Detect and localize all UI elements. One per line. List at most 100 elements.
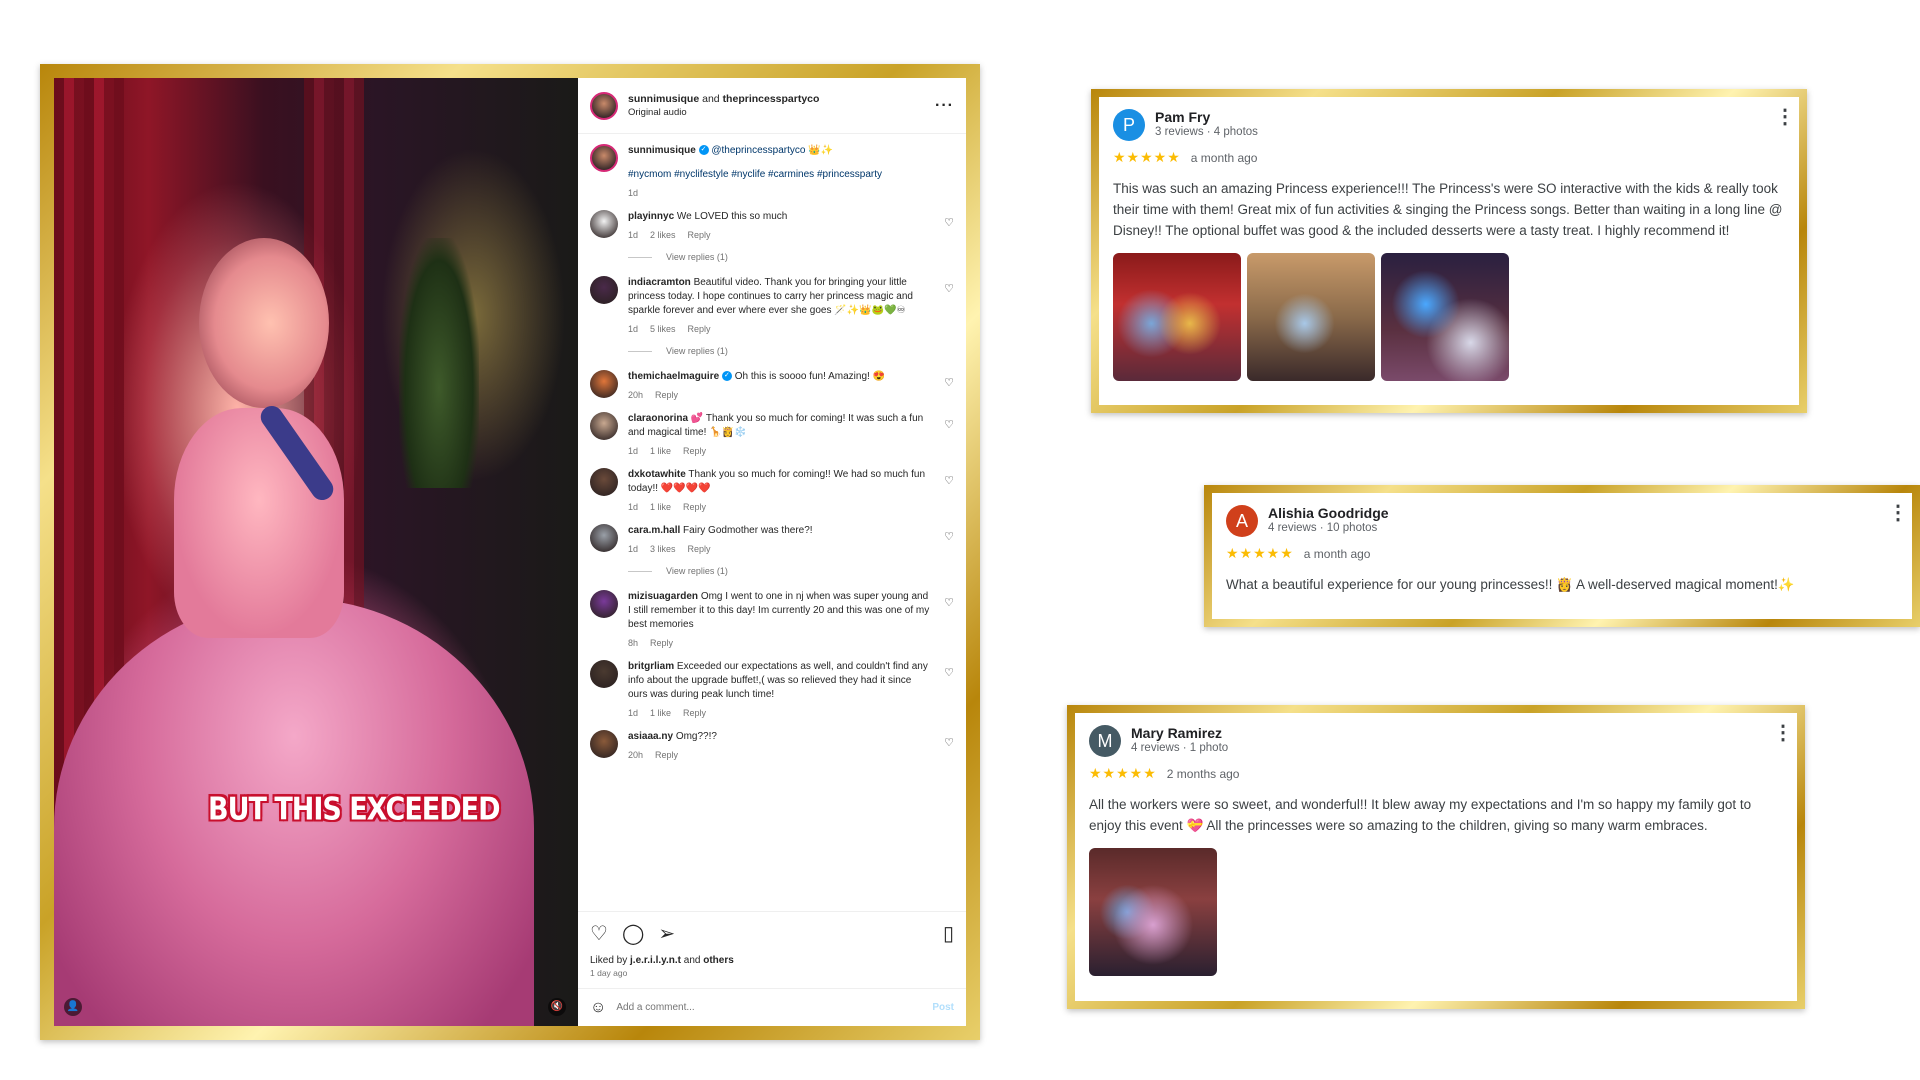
review-photos (1113, 253, 1785, 381)
audio-label[interactable]: Original audio (628, 107, 935, 118)
reply-button[interactable]: Reply (655, 750, 678, 760)
reply-button[interactable]: Reply (688, 324, 711, 334)
share-send-icon[interactable]: ➢ (658, 921, 675, 946)
commenter-avatar[interactable] (590, 730, 618, 758)
verified-icon: ✓ (698, 145, 709, 156)
commenter-username[interactable]: cara.m.hall (628, 525, 680, 536)
bookmark-icon[interactable]: ▯ (943, 921, 954, 946)
mute-icon[interactable]: 🔇 (548, 998, 566, 1016)
author-username[interactable]: sunnimusique (628, 93, 699, 105)
reply-button[interactable]: Reply (683, 446, 706, 456)
commenter-avatar[interactable] (590, 210, 618, 238)
comment-likes[interactable]: 3 likes (650, 544, 676, 554)
review-photo[interactable] (1381, 253, 1509, 381)
commenter-avatar[interactable] (590, 590, 618, 618)
commenter-username[interactable]: themichaelmaguire (628, 371, 719, 382)
view-replies-button[interactable]: View replies (1) (628, 252, 954, 262)
comment-item: britgrliam Exceeded our expectations as … (590, 660, 954, 718)
comment-likes[interactable]: 1 like (650, 502, 671, 512)
post-actions: ♡ ◯ ➢ ▯ (578, 911, 966, 955)
comment-time: 8h (628, 638, 639, 648)
reviewer-avatar[interactable]: M (1089, 725, 1121, 757)
comment-likes[interactable]: 1 like (650, 446, 671, 456)
commenter-username[interactable]: playinnyc (628, 211, 674, 222)
reviewer-name[interactable]: Alishia Goodridge (1268, 505, 1888, 521)
review-photo[interactable] (1113, 253, 1241, 381)
comment-item: themichaelmaguire ✓ Oh this is soooo fun… (590, 370, 954, 400)
comment-like-heart-icon[interactable]: ♡ (944, 474, 954, 487)
liked-by-others[interactable]: others (703, 955, 734, 966)
commenter-avatar[interactable] (590, 524, 618, 552)
commenter-username[interactable]: indiacramton (628, 277, 691, 288)
reviewer-avatar[interactable]: A (1226, 505, 1258, 537)
commenter-avatar[interactable] (590, 412, 618, 440)
comment-time: 20h (628, 390, 644, 400)
caption-hashtags[interactable]: #nycmom #nyclifestyle #nyclife #carmines… (628, 168, 932, 182)
review-rating: ★★★★★ a month ago (1226, 545, 1898, 562)
reply-button[interactable]: Reply (683, 708, 706, 718)
caption-mention[interactable]: @theprincesspartyco (711, 145, 805, 156)
coauthor-username[interactable]: theprincesspartyco (723, 93, 820, 105)
tagged-user-icon[interactable]: 👤 (64, 998, 82, 1016)
more-options-icon[interactable]: ··· (935, 97, 954, 115)
commenter-username[interactable]: mizisuagarden (628, 591, 698, 602)
reviewer-name[interactable]: Pam Fry (1155, 109, 1775, 125)
view-replies-button[interactable]: View replies (1) (628, 346, 954, 356)
comment-like-heart-icon[interactable]: ♡ (944, 216, 954, 229)
comment-likes[interactable]: 1 like (650, 708, 671, 718)
comment-time: 1d (628, 502, 639, 512)
reply-button[interactable]: Reply (688, 230, 711, 240)
review-more-options-icon[interactable]: ⋮ (1888, 503, 1908, 523)
author-avatar[interactable] (590, 91, 618, 120)
commenter-username[interactable]: dxkotawhite (628, 469, 686, 480)
comment-like-heart-icon[interactable]: ♡ (944, 596, 954, 609)
review-photo[interactable] (1089, 848, 1217, 976)
reply-button[interactable]: Reply (650, 638, 673, 648)
post-header: sunnimusique and theprincesspartyco Orig… (578, 78, 966, 134)
post-side-panel: sunnimusique and theprincesspartyco Orig… (578, 78, 966, 1026)
review-photo[interactable] (1247, 253, 1375, 381)
post-authors: sunnimusique and theprincesspartyco (628, 93, 820, 105)
caption-avatar[interactable] (590, 144, 618, 172)
reply-button[interactable]: Reply (683, 502, 706, 512)
liked-by-user[interactable]: j.e.r.i.l.y.n.t (630, 955, 681, 966)
like-heart-icon[interactable]: ♡ (590, 921, 608, 946)
commenter-username[interactable]: claraonorina (628, 413, 688, 424)
commenter-avatar[interactable] (590, 468, 618, 496)
liked-by: Liked by j.e.r.i.l.y.n.t and others (590, 955, 734, 966)
review-more-options-icon[interactable]: ⋮ (1775, 107, 1795, 127)
add-comment-input[interactable] (616, 1002, 933, 1013)
comment-like-heart-icon[interactable]: ♡ (944, 418, 954, 431)
comment-icon[interactable]: ◯ (622, 921, 644, 946)
comment-item: claraonorina 💕 Thank you so much for com… (590, 412, 954, 456)
commenter-username[interactable]: britgrliam (628, 661, 674, 672)
comment-likes[interactable]: 5 likes (650, 324, 676, 334)
review-text: What a beautiful experience for our youn… (1226, 577, 1795, 592)
commenter-avatar[interactable] (590, 370, 618, 398)
reviewer-stats: 3 reviews · 4 photos (1155, 126, 1258, 138)
review-card: A Alishia Goodridge 4 reviews · 10 photos ⋮… (1212, 493, 1912, 619)
comment-time: 20h (628, 750, 644, 760)
comment-likes[interactable]: 2 likes (650, 230, 676, 240)
commenter-avatar[interactable] (590, 660, 618, 688)
reply-button[interactable]: Reply (655, 390, 678, 400)
comment-like-heart-icon[interactable]: ♡ (944, 530, 954, 543)
caption-username[interactable]: sunnimusique (628, 145, 696, 156)
comment-time: 1d (628, 708, 639, 718)
reply-button[interactable]: Reply (688, 544, 711, 554)
emoji-icon[interactable]: ☺ (590, 999, 606, 1017)
comment-like-heart-icon[interactable]: ♡ (944, 666, 954, 679)
commenter-avatar[interactable] (590, 276, 618, 304)
reviewer-name[interactable]: Mary Ramirez (1131, 725, 1773, 741)
reviewer-avatar[interactable]: P (1113, 109, 1145, 141)
view-replies-button[interactable]: View replies (1) (628, 566, 954, 576)
comment-like-heart-icon[interactable]: ♡ (944, 736, 954, 749)
commenter-username[interactable]: asiaaa.ny (628, 731, 673, 742)
post-comment-button[interactable]: Post (932, 1002, 954, 1013)
comment-text: Oh this is soooo fun! Amazing! 😍 (734, 371, 886, 382)
review-card-frame: A Alishia Goodridge 4 reviews · 10 photos ⋮… (1204, 485, 1920, 627)
reel-video[interactable]: BUT THIS EXCEEDED 👤 🔇 (54, 78, 578, 1026)
comment-like-heart-icon[interactable]: ♡ (944, 376, 954, 389)
review-more-options-icon[interactable]: ⋮ (1773, 723, 1793, 743)
comment-like-heart-icon[interactable]: ♡ (944, 282, 954, 295)
